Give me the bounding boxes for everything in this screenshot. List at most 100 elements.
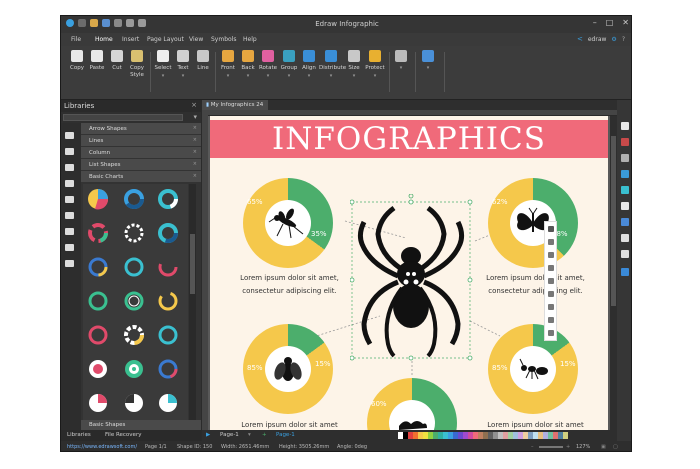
menu-help[interactable]: Help [243,36,257,43]
donut-chart-butterfly[interactable]: 62% 38% [488,178,578,268]
menu-symbols[interactable]: Symbols [211,36,236,43]
search-icon[interactable]: ▾ [193,113,197,121]
brush-icon[interactable] [548,278,554,284]
canvas-area[interactable]: INFOGRAPHICS 65% 35% 62% 38% 85% 15% 85%… [208,116,610,430]
menu-insert[interactable]: Insert [122,36,139,43]
chart-shape-item[interactable] [158,257,178,277]
chart-shape-item[interactable] [124,189,144,209]
chat-icon[interactable] [621,268,629,276]
chart-shape-item[interactable] [124,325,144,345]
library-category-icon[interactable] [65,196,74,203]
canvas-vertical-scrollbar[interactable] [610,116,617,430]
layers-icon[interactable] [621,202,629,210]
comments-icon[interactable] [621,250,629,258]
resize-handle[interactable] [467,277,473,283]
library-category-icon[interactable] [65,228,74,235]
tab-file-recovery[interactable]: File Recovery [105,432,141,438]
chart-shape-item[interactable] [158,223,178,243]
delete-icon[interactable] [548,330,554,336]
fill-icon[interactable] [548,239,554,245]
category-basic-charts[interactable]: Basic Charts × [81,171,201,183]
chart-shape-item[interactable] [125,360,143,378]
menu-file[interactable]: File [71,36,81,43]
resize-handle[interactable] [467,355,473,361]
chart-shape-item[interactable] [158,189,178,209]
library-category-icon[interactable] [65,244,74,251]
text-block-left-top[interactable]: Lorem ipsum dolor sit amet, consectetur … [232,272,347,298]
website-link[interactable]: https://www.edrawsoft.com/ [67,444,137,450]
close-category-icon[interactable]: × [193,161,197,167]
fit-page-icon[interactable]: ▣ [601,444,606,450]
donut-chart-ant[interactable]: 85% 15% [488,324,578,414]
category-basic-shapes[interactable]: Basic Shapes [81,420,201,430]
zoom-level[interactable]: 127% [576,444,590,450]
page-nav-icon[interactable]: ▶ [206,432,210,438]
fullscreen-icon[interactable]: ▢ [613,444,618,450]
library-category-icon[interactable] [65,148,74,155]
library-category-icon[interactable] [65,164,74,171]
crop-icon[interactable] [548,291,554,297]
menu-view[interactable]: View [189,36,203,43]
account-label[interactable]: edraw [588,36,607,43]
chart-shape-item[interactable] [88,291,108,311]
chart-shape-item[interactable] [88,223,108,243]
distribute-dropdown-icon[interactable]: ▾ [319,73,343,79]
page-selector[interactable]: Page-1 [220,432,239,438]
menu-home[interactable]: Home [95,36,113,43]
library-category-icon[interactable] [65,180,74,187]
close-category-icon[interactable]: × [193,137,197,143]
chart-shape-item[interactable] [158,325,178,345]
close-category-icon[interactable]: × [193,125,197,131]
tab-my-infographics-24[interactable]: ▮ My Infographics 24 [202,100,268,110]
rotate-handle[interactable] [408,194,414,199]
zoom-slider[interactable] [539,446,563,448]
edit-icon[interactable] [548,252,554,258]
text-block-right-bottom[interactable]: Lorem ipsum dolor sit amet [478,419,593,430]
chart-shape-item[interactable] [88,189,109,210]
text-block-left-bottom[interactable]: Lorem ipsum dolor sit amet [232,419,347,430]
chart-shape-item[interactable] [159,394,177,412]
text-block-right-top[interactable]: Lorem ipsum dolor sit amet, consectetur … [478,272,593,298]
help-icon[interactable]: ? [622,36,625,43]
page-setup-icon[interactable] [621,186,629,194]
line-format-icon[interactable] [621,154,629,162]
maximize-button[interactable]: □ [606,18,614,27]
image-icon[interactable] [621,170,629,178]
selected-spider-shape[interactable] [350,194,474,364]
resize-handle[interactable] [408,199,414,205]
text-dropdown-icon[interactable]: ▾ [171,73,195,79]
canvas-scroll-thumb[interactable] [611,136,616,306]
category-column[interactable]: Column × [81,147,201,159]
chart-shape-item[interactable] [158,291,178,311]
fill-format-icon[interactable] [621,138,629,146]
library-scroll-thumb[interactable] [190,234,195,294]
copy-style-button[interactable]: Copy Style [125,50,149,79]
chart-shape-item[interactable] [158,359,178,379]
zoom-out-icon[interactable]: – [531,444,534,450]
text-format-icon[interactable] [621,122,629,130]
close-category-icon[interactable]: × [193,173,197,179]
close-category-icon[interactable]: × [193,149,197,155]
share-icon[interactable]: < [577,35,583,43]
category-arrow-shapes[interactable]: Arrow Shapes × [81,123,201,135]
line-button[interactable]: Line [191,50,215,71]
close-panel-icon[interactable]: × [191,101,197,109]
navigation-icon[interactable] [621,234,629,242]
chart-shape-item[interactable] [124,223,144,243]
page-tab[interactable]: Page-1 [276,432,295,438]
close-button[interactable]: ✕ [622,18,629,27]
copy-icon[interactable] [548,317,554,323]
line-style-icon[interactable] [548,265,554,271]
align-dropdown-icon[interactable]: ▾ [297,73,321,79]
extra-tool-dropdown-icon[interactable]: ▾ [389,65,413,71]
category-lines[interactable]: Lines × [81,135,201,147]
library-category-icon[interactable] [65,260,74,267]
page-dropdown-icon[interactable]: ▾ [248,432,251,438]
protect-button[interactable]: Protect ▾ [363,50,387,79]
find-button[interactable]: ▾ [416,50,440,71]
add-page-button[interactable]: + [262,432,267,438]
chart-shape-item[interactable] [124,291,144,311]
chart-shape-item[interactable] [88,325,108,345]
donut-chart-mosquito[interactable]: 65% 35% [243,178,333,268]
library-search-input[interactable] [63,114,183,121]
